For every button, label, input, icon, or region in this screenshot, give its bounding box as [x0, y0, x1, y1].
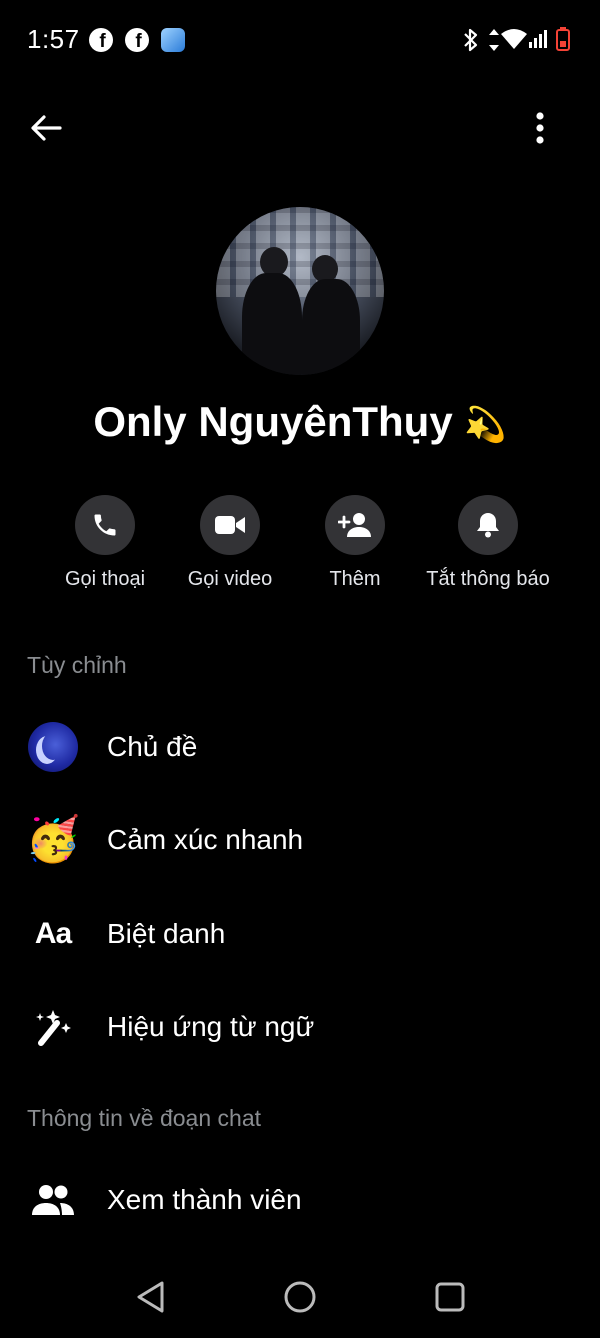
bluetooth-icon	[464, 28, 478, 52]
voice-call-label: Gọi thoại	[64, 568, 146, 590]
app-icon	[161, 28, 185, 52]
list-item-view-members[interactable]: Xem thành viên	[0, 1160, 600, 1240]
phone-icon	[94, 514, 116, 536]
video-camera-icon	[215, 516, 245, 534]
add-people-label: Thêm	[329, 568, 381, 590]
party-face-emoji-icon: 🥳	[25, 815, 81, 864]
back-button[interactable]	[24, 106, 68, 150]
section-title-customize: Tùy chỉnh	[27, 652, 127, 678]
wifi-icon	[501, 29, 527, 49]
dizzy-star-emoji: 💫	[464, 406, 507, 444]
word-effects-label: Hiệu ứng từ ngữ	[107, 1011, 315, 1042]
square-recents-icon	[435, 1282, 465, 1312]
nav-recents-button[interactable]	[430, 1275, 470, 1319]
nicknames-label: Biệt danh	[107, 918, 226, 949]
list-item-nicknames[interactable]: Aa Biệt danh	[0, 894, 600, 974]
data-arrows-icon	[489, 29, 499, 51]
more-options-button[interactable]	[520, 106, 560, 150]
circle-home-icon	[284, 1281, 316, 1313]
nav-home-button[interactable]	[280, 1275, 320, 1319]
list-item-theme[interactable]: Chủ đề	[0, 707, 600, 787]
add-people-button[interactable]: Thêm	[285, 495, 425, 591]
video-call-label: Gọi video	[187, 568, 273, 590]
facebook-icon: f	[125, 28, 149, 52]
avatar[interactable]	[216, 207, 384, 375]
arrow-left-icon	[31, 115, 62, 141]
status-time: 1:57	[27, 24, 80, 54]
theme-moon-icon	[28, 722, 78, 772]
bell-icon	[477, 513, 499, 538]
mute-notifications-label: Tắt thông báo	[426, 568, 550, 590]
magic-wand-icon	[36, 1010, 71, 1046]
video-call-button[interactable]: Gọi video	[160, 495, 300, 591]
nickname-aa-icon: Aa	[34, 917, 72, 950]
more-vertical-icon	[536, 112, 544, 144]
section-title-chat-info: Thông tin về đoạn chat	[27, 1105, 261, 1131]
facebook-icon: f	[89, 28, 113, 52]
add-person-icon	[338, 513, 371, 537]
theme-label: Chủ đề	[107, 731, 198, 762]
signal-icon	[529, 30, 547, 48]
voice-call-button[interactable]: Gọi thoại	[35, 495, 175, 591]
people-icon	[32, 1185, 74, 1215]
quick-reaction-label: Cảm xúc nhanh	[107, 824, 304, 855]
mute-notifications-button[interactable]: Tắt thông báo	[418, 495, 558, 591]
contact-name-text: Only NguyênThụy	[93, 398, 453, 445]
list-item-quick-reaction[interactable]: 🥳 Cảm xúc nhanh	[0, 800, 600, 880]
view-members-label: Xem thành viên	[107, 1184, 302, 1215]
battery-low-icon	[556, 27, 570, 51]
nav-back-button[interactable]	[130, 1275, 170, 1319]
list-item-word-effects[interactable]: Hiệu ứng từ ngữ	[0, 987, 600, 1067]
contact-name: Only NguyênThụy 💫	[0, 398, 600, 446]
triangle-back-icon	[137, 1281, 164, 1313]
